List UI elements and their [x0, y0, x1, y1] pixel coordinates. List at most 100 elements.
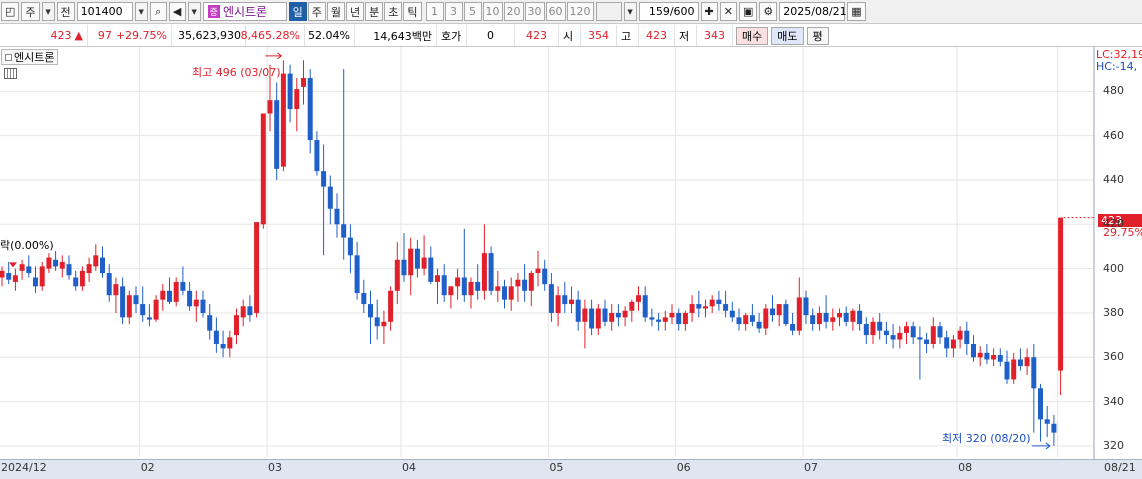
- candle-body: [368, 304, 373, 318]
- candle-body: [274, 100, 280, 169]
- candle-body: [1017, 359, 1023, 367]
- interval-tab-1[interactable]: 1: [425, 2, 444, 21]
- candle-body: [247, 306, 253, 316]
- high-arrow-icon: [265, 52, 283, 60]
- interval-tab-120[interactable]: 120: [566, 2, 594, 21]
- custom-interval-input[interactable]: [595, 2, 622, 21]
- period-tab-2[interactable]: 월: [326, 2, 346, 21]
- candle-body: [254, 222, 260, 313]
- candle-body: [857, 310, 863, 325]
- speaker-dropdown-icon[interactable]: ▼: [187, 2, 201, 21]
- custom-interval-dropdown-icon[interactable]: ▼: [623, 2, 637, 21]
- candle-body: [146, 317, 152, 320]
- grid-icon[interactable]: [4, 68, 17, 79]
- legend-name-tag[interactable]: 엔시트론: [1, 49, 59, 65]
- candle-body: [294, 89, 300, 110]
- candle-body: [629, 301, 635, 311]
- gear-icon[interactable]: ⚙: [759, 2, 778, 21]
- candle-body: [227, 337, 233, 349]
- candle-body: [716, 299, 722, 305]
- interval-tab-5[interactable]: 5: [463, 2, 482, 21]
- interval-tab-30[interactable]: 30: [524, 2, 545, 21]
- count-max: /600: [669, 5, 695, 18]
- period-tab-1[interactable]: 주: [307, 2, 326, 21]
- x-tick-label: 08: [958, 461, 973, 474]
- speaker-icon[interactable]: ◀: [168, 2, 186, 21]
- low-annotation: 최저 320 (08/20): [942, 432, 1031, 445]
- volume-ratio: 8,465.28%: [241, 25, 305, 46]
- low-value: 343: [697, 25, 733, 46]
- candle-body: [1024, 357, 1030, 367]
- average-button[interactable]: 평: [806, 26, 829, 45]
- candle-body: [120, 286, 126, 318]
- candle-body: [455, 277, 461, 287]
- count-field[interactable]: 159/600: [638, 2, 699, 21]
- code-input[interactable]: 101400: [76, 2, 133, 21]
- period-tab-4[interactable]: 분: [365, 2, 384, 21]
- hoga-label: 호가: [437, 25, 467, 46]
- stock-name-field[interactable]: 증 엔시트론: [202, 2, 287, 21]
- period-tab-6[interactable]: 틱: [403, 2, 422, 21]
- candle-body: [515, 279, 521, 287]
- candle-body: [890, 335, 896, 340]
- candle-body: [977, 352, 983, 358]
- candle-body: [1044, 419, 1050, 424]
- candle-body: [260, 113, 266, 225]
- code-dropdown-icon[interactable]: ▼: [134, 2, 148, 21]
- calendar-icon[interactable]: ▦: [847, 2, 866, 21]
- mode-dropdown-icon[interactable]: ▼: [41, 2, 55, 21]
- candle-body: [582, 308, 588, 322]
- volume: 35,623,930: [172, 25, 246, 46]
- prev-button[interactable]: 전: [56, 2, 75, 21]
- candle-body: [26, 266, 32, 274]
- candle-body: [167, 290, 172, 302]
- candle-body: [823, 312, 829, 322]
- candle-body: [187, 290, 193, 307]
- turnover: 52.04%: [305, 25, 355, 46]
- sell-button[interactable]: 매도: [771, 26, 804, 45]
- y-tick-label: 400: [1103, 261, 1124, 275]
- trade-amount: 14,643백만: [355, 25, 437, 46]
- save-icon[interactable]: ▣: [738, 2, 758, 21]
- period-tab-0[interactable]: 일: [288, 2, 307, 21]
- candle-body: [991, 355, 997, 360]
- candle-body: [723, 304, 729, 311]
- candle-body: [790, 324, 796, 331]
- interval-tab-3[interactable]: 3: [444, 2, 463, 21]
- zoom-icon[interactable]: ✚: [700, 2, 718, 21]
- crosshair-icon[interactable]: ✕: [719, 2, 737, 21]
- mode-button[interactable]: 주: [21, 2, 40, 21]
- period-tab-3[interactable]: 년: [346, 2, 365, 21]
- candle-body: [502, 286, 507, 300]
- candle-body: [703, 306, 708, 309]
- candle-body: [944, 337, 950, 349]
- candlestick-chart[interactable]: [0, 47, 1142, 479]
- high-value: 423: [639, 25, 675, 46]
- candle-body: [622, 310, 628, 318]
- interval-tab-20[interactable]: 20: [503, 2, 524, 21]
- chart-area[interactable]: 엔시트론 LC:32,19 HC:-14, 423 29.75% 락(0.00%…: [0, 47, 1142, 479]
- search-icon[interactable]: ⌕: [149, 2, 167, 21]
- checkbox-icon[interactable]: [5, 53, 12, 61]
- date-input[interactable]: 2025/08/21: [779, 2, 847, 21]
- open-value: 354: [581, 25, 617, 46]
- period-tab-5[interactable]: 초: [384, 2, 403, 21]
- buy-button[interactable]: 매수: [736, 26, 769, 45]
- candle-body: [394, 259, 400, 291]
- hoga-value: 0: [467, 25, 515, 46]
- candle-body: [796, 297, 802, 331]
- candle-body: [924, 339, 930, 344]
- y-tick-label: 380: [1103, 305, 1124, 319]
- interval-tab-60[interactable]: 60: [545, 2, 566, 21]
- x-tick-label: 02: [140, 461, 155, 474]
- candle-body: [421, 257, 427, 269]
- candle-body: [220, 343, 226, 349]
- candle-body: [12, 275, 18, 282]
- y-tick-label: 320: [1103, 438, 1124, 452]
- candle-body: [636, 295, 641, 302]
- candle-body: [39, 266, 45, 287]
- candle-body: [428, 257, 434, 282]
- layout-icon[interactable]: ◰: [1, 2, 20, 21]
- interval-tab-10[interactable]: 10: [482, 2, 503, 21]
- candle-body: [448, 286, 454, 296]
